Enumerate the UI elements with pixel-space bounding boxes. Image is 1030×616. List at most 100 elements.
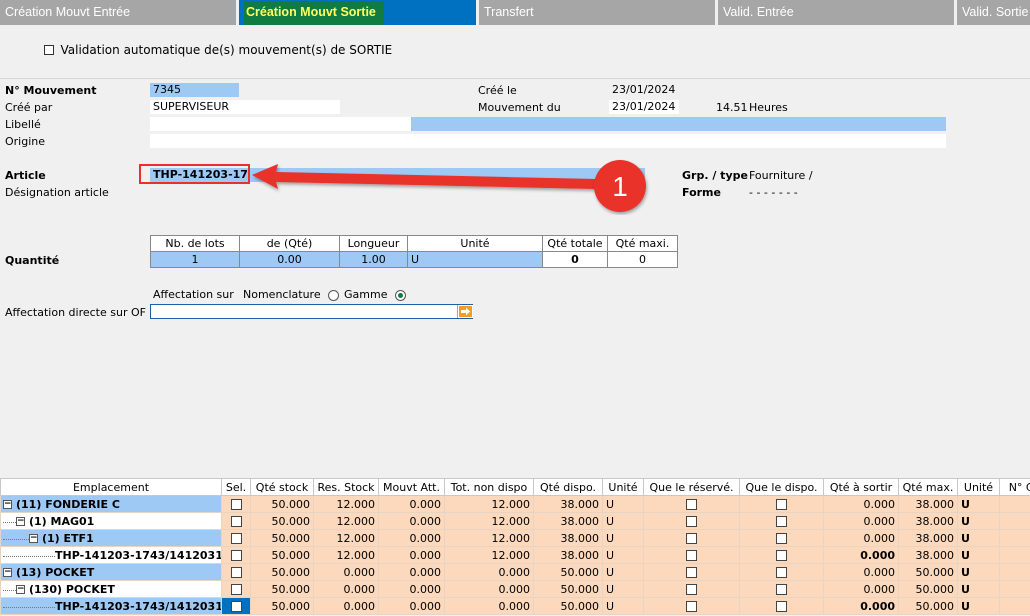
grid-column-header[interactable]: Sel. [221,478,251,496]
emplacement-cell[interactable]: − (13) POCKET [0,563,222,581]
tab-creation-entree[interactable]: Création Mouvt Entrée [0,0,236,25]
emplacement-cell[interactable]: − (1) MAG01 [0,512,222,530]
que-le-dispo-checkbox[interactable] [776,516,787,527]
que-le-dispo-checkbox[interactable] [776,550,787,561]
sel-checkbox[interactable] [230,499,242,510]
sel-cell[interactable] [221,597,251,615]
sel-checkbox[interactable] [230,516,242,527]
grid-column-header[interactable]: Unité [957,478,1000,496]
collapse-icon[interactable]: − [16,585,25,594]
que-le-reserve-checkbox[interactable] [686,601,697,612]
tab-creation-sortie[interactable]: Création Mouvt Sortie [239,0,476,25]
que-le-dispo-cell[interactable] [739,495,824,513]
unite-field[interactable]: U [407,251,543,268]
n-mouvement-field[interactable]: 7345 [150,83,239,97]
mouvement-du-field[interactable]: 23/01/2024 [609,100,679,114]
qte-a-sortir-cell[interactable]: 0.000 [823,597,899,615]
que-le-dispo-checkbox[interactable] [776,499,787,510]
de-qte-field[interactable]: 0.00 [239,251,340,268]
que-le-reserve-cell[interactable] [643,580,740,598]
grid-row[interactable]: − (1) ETF1 50.000 12.000 0.000 12.000 38.000 U 0… [0,529,1030,547]
grid-column-header[interactable]: Tot. non dispo [444,478,534,496]
emplacement-cell[interactable]: − (11) FONDERIE C [0,495,222,513]
sel-cell[interactable] [221,495,251,513]
que-le-reserve-checkbox[interactable] [686,584,697,595]
que-le-dispo-cell[interactable] [739,529,824,547]
que-le-dispo-checkbox[interactable] [776,533,787,544]
que-le-dispo-cell[interactable] [739,580,824,598]
que-le-reserve-checkbox[interactable] [686,567,697,578]
sel-checkbox[interactable] [230,584,242,595]
qte-a-sortir-cell[interactable]: 0.000 [823,546,899,564]
que-le-reserve-cell[interactable] [643,546,740,564]
tab-valid-sortie[interactable]: Valid. Sortie [957,0,1030,25]
grid-column-header[interactable]: Emplacement [0,478,222,496]
qte-a-sortir-cell[interactable]: 0.000 [823,529,899,547]
que-le-reserve-cell[interactable] [643,563,740,581]
sel-checkbox[interactable] [230,567,242,578]
grid-row[interactable]: THP-141203-1743/141203174450.0000.0000.0… [0,597,1030,615]
grid-row[interactable]: − (13) POCKET 50.000 0.000 0.000 0.000 50.000 U… [0,563,1030,581]
nb-lots-field[interactable]: 1 [150,251,240,268]
grid-column-header[interactable]: Unité [602,478,644,496]
grid-column-header[interactable]: Que le dispo. [739,478,824,496]
emplacement-cell[interactable]: THP-141203-1743/1412031744 [0,546,222,564]
sel-cell[interactable] [221,529,251,547]
arrow-right-icon[interactable] [457,305,473,318]
origine-field[interactable] [150,134,946,148]
collapse-icon[interactable]: − [3,568,12,577]
qte-a-sortir-cell[interactable]: 0.000 [823,563,899,581]
que-le-reserve-cell[interactable] [643,529,740,547]
grid-row[interactable]: − (11) FONDERIE C 50.000 12.000 0.000 12.000 3… [0,495,1030,513]
sel-checkbox[interactable] [230,601,242,612]
que-le-reserve-checkbox[interactable] [686,516,697,527]
heure-value[interactable]: 14.51 [716,101,748,114]
gamme-radio[interactable] [395,290,406,301]
sel-checkbox[interactable] [230,533,242,544]
que-le-dispo-checkbox[interactable] [776,601,787,612]
que-le-dispo-cell[interactable] [739,563,824,581]
tab-valid-entree[interactable]: Valid. Entrée [718,0,954,25]
tab-transfert[interactable]: Transfert [479,0,715,25]
cree-par-field[interactable]: SUPERVISEUR [150,100,340,114]
grid-row[interactable]: THP-141203-1743/141203174450.00012.0000.… [0,546,1030,564]
que-le-dispo-checkbox[interactable] [776,567,787,578]
que-le-reserve-checkbox[interactable] [686,533,697,544]
collapse-icon[interactable]: − [29,534,38,543]
que-le-dispo-cell[interactable] [739,512,824,530]
que-le-reserve-cell[interactable] [643,495,740,513]
grid-column-header[interactable]: Qté dispo. [533,478,603,496]
grid-column-header[interactable]: Qté à sortir [823,478,899,496]
emplacement-cell[interactable]: − (1) ETF1 [0,529,222,547]
grid-column-header[interactable]: Mouvt Att. [378,478,445,496]
qte-a-sortir-cell[interactable]: 0.000 [823,495,899,513]
que-le-reserve-cell[interactable] [643,512,740,530]
sel-cell[interactable] [221,580,251,598]
qte-a-sortir-cell[interactable]: 0.000 [823,580,899,598]
emplacement-cell[interactable]: THP-141203-1743/1412031744 [0,597,222,615]
grid-row[interactable]: − (130) POCKET 50.000 0.000 0.000 0.000 50.000… [0,580,1030,598]
qte-a-sortir-cell[interactable]: 0.000 [823,512,899,530]
libelle-field-left[interactable] [150,117,411,131]
collapse-icon[interactable]: − [16,517,25,526]
sel-cell[interactable] [221,512,251,530]
grid-column-header[interactable]: Qté stock [250,478,314,496]
grid-row[interactable]: − (1) MAG01 50.000 12.000 0.000 12.000 38.000 U… [0,512,1030,530]
grid-column-header[interactable]: Que le réservé. [643,478,740,496]
grid-column-header[interactable]: Res. Stock [313,478,379,496]
sel-cell[interactable] [221,546,251,564]
grid-column-header[interactable]: Qté max. [898,478,958,496]
que-le-dispo-cell[interactable] [739,546,824,564]
emplacement-cell[interactable]: − (130) POCKET [0,580,222,598]
que-le-reserve-checkbox[interactable] [686,499,697,510]
collapse-icon[interactable]: − [3,500,12,509]
longueur-field[interactable]: 1.00 [339,251,408,268]
auto-validation-checkbox[interactable] [44,45,54,55]
grid-column-header[interactable]: N° CC [999,478,1030,496]
sel-cell[interactable] [221,563,251,581]
que-le-reserve-cell[interactable] [643,597,740,615]
sel-checkbox[interactable] [230,550,242,561]
que-le-dispo-checkbox[interactable] [776,584,787,595]
nomenclature-radio[interactable] [328,290,339,301]
affectation-of-input[interactable] [150,304,473,319]
